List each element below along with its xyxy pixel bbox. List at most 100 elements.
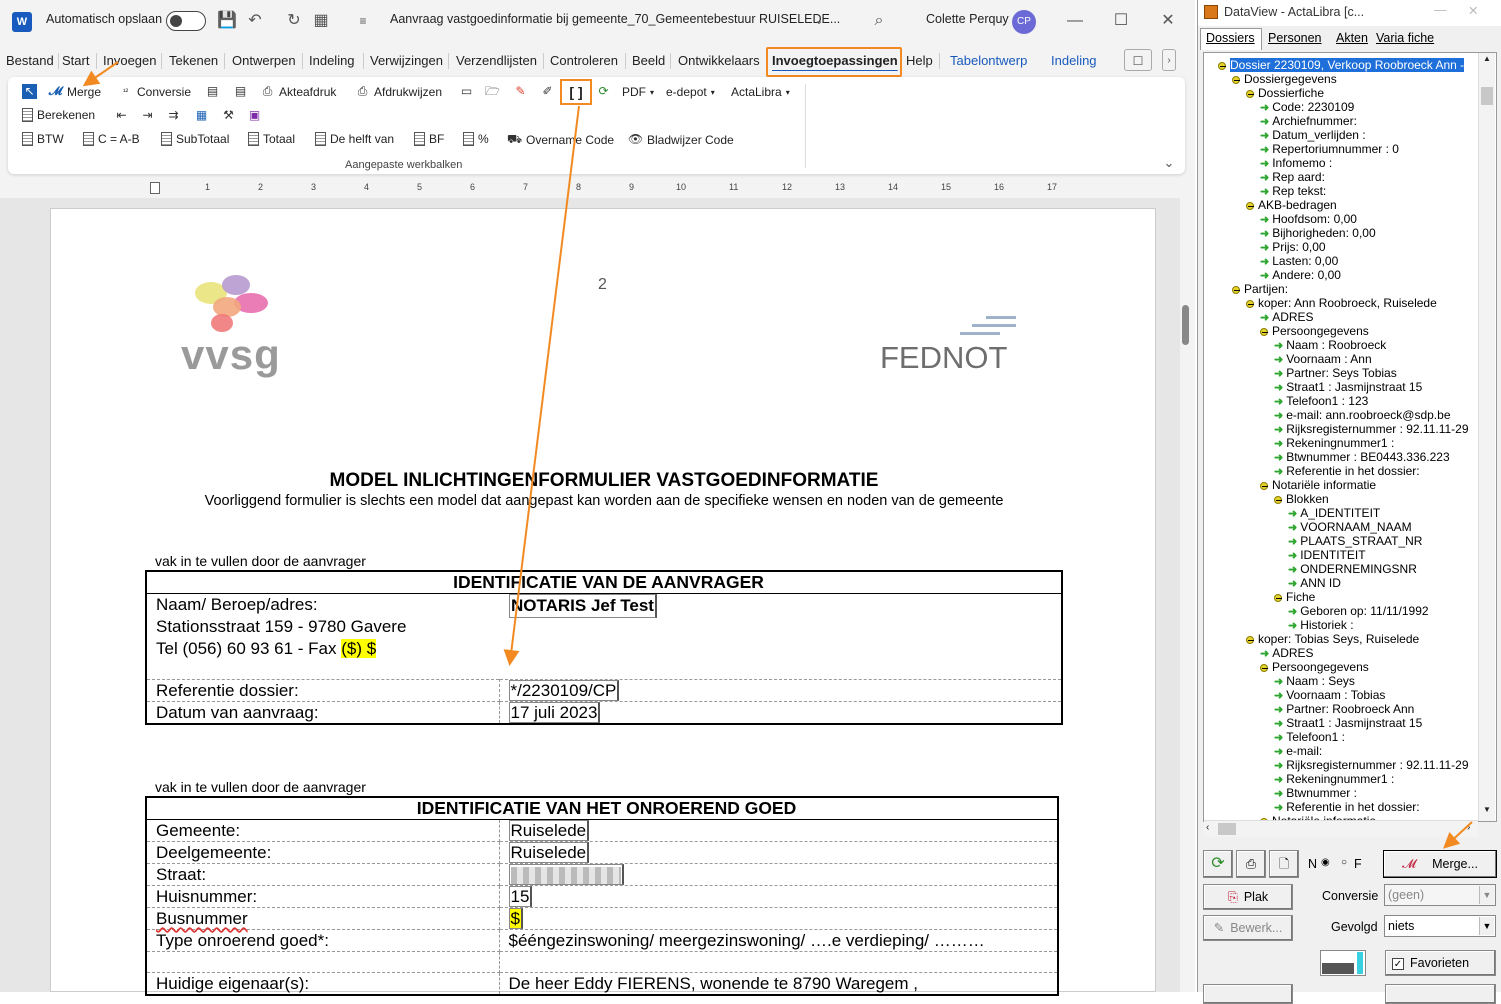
collapse-ribbon-icon[interactable]: ⌄: [1158, 152, 1180, 174]
tree-horizontal-scrollbar[interactable]: ‹ ›: [1204, 820, 1478, 837]
refresh-doc-button[interactable]: ⟳: [596, 84, 611, 99]
tab-dossiers[interactable]: Dossiers: [1206, 31, 1255, 45]
tree-leaf[interactable]: ➜ Historiek :: [1288, 618, 1354, 632]
tree-folder[interactable]: Partijen:: [1232, 282, 1288, 296]
tree-leaf[interactable]: ➜ ADRES: [1260, 310, 1314, 324]
tree-leaf[interactable]: ➜ Code: 2230109: [1260, 100, 1354, 114]
indent-marker[interactable]: [150, 182, 160, 194]
row-value[interactable]: De heer Eddy FIERENS, wonende te 8790 Wa…: [509, 974, 918, 993]
scrollbar-thumb[interactable]: [1182, 305, 1189, 345]
save-purple-button[interactable]: ▣: [247, 108, 262, 123]
tab-start[interactable]: Start: [62, 53, 89, 68]
percent-button[interactable]: %: [463, 132, 489, 146]
tree-leaf[interactable]: ➜ Telefoon1 :: [1274, 730, 1345, 744]
scrollbar-thumb[interactable]: [1481, 87, 1493, 105]
tree-leaf[interactable]: ➜ Straat1 : Jasmijnstraat 15: [1274, 716, 1422, 730]
tree-leaf[interactable]: ➜ Naam : Roobroeck: [1274, 338, 1386, 352]
tree-folder[interactable]: Dossier 2230109, Verkoop Roobroeck Ann -: [1218, 58, 1465, 72]
tree-leaf[interactable]: ➜ Prijs: 0,00: [1260, 240, 1326, 254]
radio-n[interactable]: ◉: [1321, 857, 1330, 868]
table-button[interactable]: ▦: [194, 108, 209, 123]
tree-leaf[interactable]: ➜ Btwnummer : BE0443.336.223: [1274, 450, 1450, 464]
merge-button[interactable]: 𝓜 Merge...: [1383, 850, 1497, 878]
dossier-tree[interactable]: Dossier 2230109, Verkoop Roobroeck Ann -…: [1203, 52, 1497, 822]
grid-button-2[interactable]: ▤: [233, 84, 248, 99]
tab-indeling-table[interactable]: Indeling: [1051, 53, 1097, 68]
tab-beeld[interactable]: Beeld: [632, 53, 665, 68]
tree-leaf[interactable]: ➜ Andere: 0,00: [1260, 268, 1341, 282]
row-value[interactable]: 15: [508, 886, 533, 907]
tree-leaf[interactable]: ➜ Rep aard:: [1260, 170, 1325, 184]
tree-leaf[interactable]: ➜ Voornaam : Tobias: [1274, 688, 1385, 702]
tree-leaf[interactable]: ➜ Repertoriumnummer : 0: [1260, 142, 1399, 156]
chevron-down-icon[interactable]: ⌄: [808, 10, 830, 32]
tree-leaf[interactable]: ➜ Btwnummer :: [1274, 786, 1357, 800]
totaal-button[interactable]: Totaal: [248, 132, 295, 146]
tree-folder[interactable]: Notariële informatie: [1260, 478, 1376, 492]
tree-leaf[interactable]: ➜ ADRES: [1260, 646, 1314, 660]
tab-tekenen[interactable]: Tekenen: [169, 53, 218, 68]
akteafdruk-button[interactable]: ⎙ Akteafdruk: [260, 84, 337, 99]
tree-leaf[interactable]: ➜ Referentie in het dossier:: [1274, 800, 1420, 814]
tree-folder[interactable]: Dossiergegevens: [1232, 72, 1337, 86]
tab-akten[interactable]: Akten: [1336, 31, 1368, 45]
date-value[interactable]: 17 juli 2023: [508, 702, 601, 723]
tree-folder[interactable]: koper: Tobias Seys, Ruiselede: [1246, 632, 1419, 646]
tab-verzendlijsten[interactable]: Verzendlijsten: [456, 53, 537, 68]
minimize-icon[interactable]: —: [1434, 3, 1447, 17]
edepot-dropdown[interactable]: e-depot ▾: [666, 85, 715, 99]
tree-leaf[interactable]: ➜ e-mail: ann.roobroeck@sdp.be: [1274, 408, 1451, 422]
tree-leaf[interactable]: ➜ Lasten: 0,00: [1260, 254, 1338, 268]
tab-tabelontwerp[interactable]: Tabelontwerp: [950, 53, 1027, 68]
color-button[interactable]: ✎: [513, 84, 528, 99]
save-icon[interactable]: 💾: [216, 10, 238, 32]
tab-verwijzingen[interactable]: Verwijzingen: [370, 53, 443, 68]
row-value-blurred[interactable]: [508, 864, 624, 885]
user-name[interactable]: Colette Perquy: [926, 12, 1009, 26]
bottom-button-left[interactable]: [1203, 984, 1293, 1004]
merge-ribbon-button[interactable]: 𝓜 Merge: [48, 84, 101, 99]
tree-leaf[interactable]: ➜ IDENTITEIT: [1288, 548, 1366, 562]
ref-value[interactable]: */2230109/CP: [508, 680, 620, 701]
tab-varia-fiche[interactable]: Varia fiche: [1376, 31, 1434, 45]
pdf-dropdown[interactable]: PDF ▾: [622, 85, 654, 99]
tree-leaf[interactable]: ➜ Rekeningnummer1 :: [1274, 772, 1394, 786]
undo-icon[interactable]: ↶: [244, 10, 266, 32]
tree-folder[interactable]: Persoongegevens: [1260, 660, 1369, 674]
tree-leaf[interactable]: ➜ Straat1 : Jasmijnstraat 15: [1274, 380, 1422, 394]
afdrukwijzen-button[interactable]: ⎙ Afdrukwijzen: [355, 84, 442, 99]
actalibra-dropdown[interactable]: ActaLibra ▾: [731, 85, 790, 99]
grid-button-1[interactable]: ▤: [205, 84, 220, 99]
maximize-icon[interactable]: ☐: [1110, 10, 1132, 32]
refresh-button[interactable]: ⟳: [1203, 850, 1233, 878]
tree-folder[interactable]: Persoongegevens: [1260, 324, 1369, 338]
scrollbar-thumb[interactable]: [1218, 823, 1236, 835]
pen-button[interactable]: ✐: [540, 84, 555, 99]
row-value[interactable]: $: [508, 908, 523, 929]
tree-folder[interactable]: koper: Ann Roobroeck, Ruiselede: [1246, 296, 1437, 310]
berekenen-button[interactable]: Berekenen: [22, 108, 95, 122]
customize-qat-icon[interactable]: ≡: [352, 10, 374, 32]
comments-icon[interactable]: ☐: [1124, 49, 1152, 71]
open-folder-button[interactable]: 🗁: [485, 84, 500, 99]
redo-icon[interactable]: ↻: [283, 10, 305, 32]
row-value[interactable]: Ruiselede: [508, 820, 590, 841]
tab-ontwikkelaars[interactable]: Ontwikkelaars: [678, 53, 760, 68]
scroll-up-icon[interactable]: ▲: [1480, 54, 1494, 68]
tab-ontwerpen[interactable]: Ontwerpen: [232, 53, 296, 68]
document-button[interactable]: 🗋: [1269, 850, 1299, 878]
scroll-left-icon[interactable]: ‹: [1206, 822, 1209, 833]
name-value[interactable]: NOTARIS Jef Test: [509, 594, 657, 618]
indent-left-button[interactable]: ⇤: [114, 108, 129, 123]
fax-placeholder[interactable]: ($) $: [341, 639, 377, 658]
bottom-button-right[interactable]: [1385, 984, 1496, 1004]
tree-leaf[interactable]: ➜ Voornaam : Ann: [1274, 352, 1372, 366]
helft-button[interactable]: De helft van: [315, 132, 394, 146]
tree-leaf[interactable]: ➜ Rijksregisternummer : 92.11.11-29: [1274, 758, 1469, 772]
tree-leaf[interactable]: ➜ Rijksregisternummer : 92.11.11-29: [1274, 422, 1469, 436]
document-title[interactable]: Aanvraag vastgoedinformatie bij gemeente…: [390, 12, 840, 26]
tree-leaf[interactable]: ➜ VOORNAAM_NAAM: [1288, 520, 1412, 534]
tree-leaf[interactable]: ➜ Partner: Seys Tobias: [1274, 366, 1397, 380]
tree-leaf[interactable]: ➜ A_IDENTITEIT: [1288, 506, 1380, 520]
tab-bestand[interactable]: Bestand: [6, 53, 54, 68]
